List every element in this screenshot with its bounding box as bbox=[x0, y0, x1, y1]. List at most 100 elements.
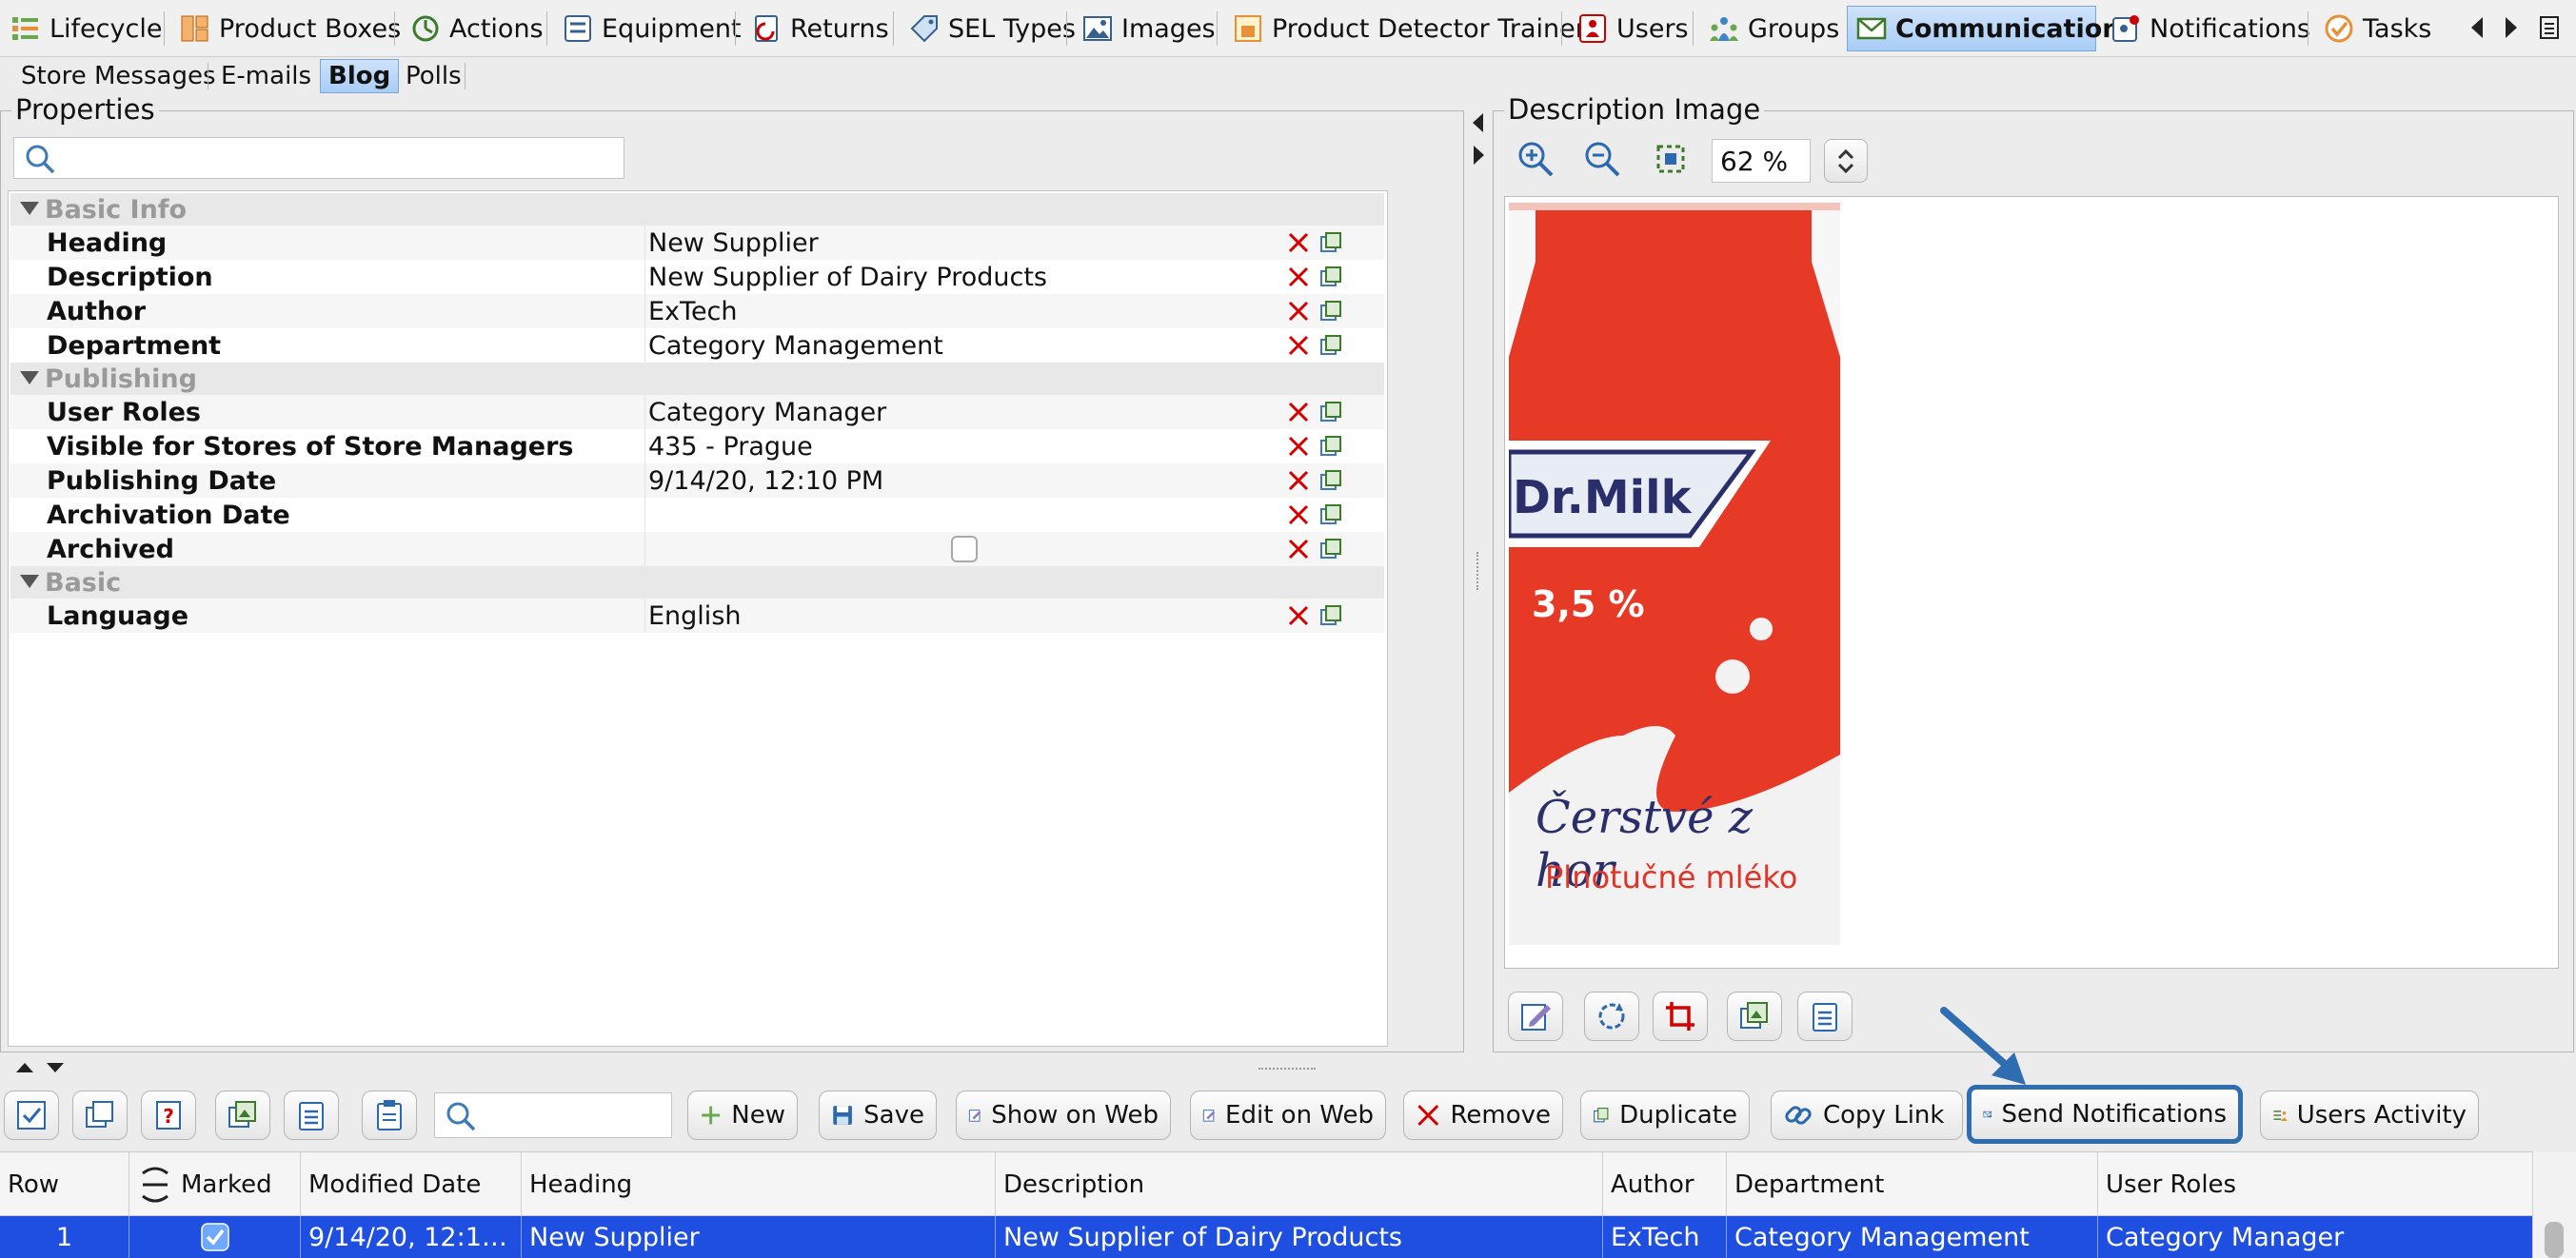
property-row-description[interactable]: Description New Supplier of Dairy Produc… bbox=[10, 260, 1384, 294]
property-value[interactable]: ExTech bbox=[648, 297, 738, 326]
clear-x-icon[interactable] bbox=[1286, 603, 1311, 628]
collapse-left-icon[interactable] bbox=[1470, 110, 1487, 135]
clear-x-icon[interactable] bbox=[1286, 333, 1311, 358]
copy-icon[interactable] bbox=[1318, 230, 1343, 255]
zoom-level-input[interactable]: 62 % bbox=[1712, 139, 1811, 183]
tab-product-detector-trainer[interactable]: Product Detector Trainer bbox=[1224, 6, 1594, 51]
scroll-right-icon[interactable] bbox=[2502, 13, 2521, 42]
rotate-image-button[interactable] bbox=[1584, 992, 1639, 1041]
collapse-down-icon[interactable] bbox=[44, 1060, 67, 1075]
property-value[interactable]: New Supplier bbox=[648, 228, 819, 258]
property-row-user-roles[interactable]: User Roles Category Manager bbox=[10, 395, 1384, 429]
property-row-visible-for-stores[interactable]: Visible for Stores of Store Managers 435… bbox=[10, 429, 1384, 463]
edit-image-button[interactable] bbox=[1508, 992, 1563, 1041]
new-button[interactable]: New bbox=[687, 1091, 798, 1140]
property-row-publishing-date[interactable]: Publishing Date 9/14/20, 12:10 PM bbox=[10, 463, 1384, 498]
collapse-up-icon[interactable] bbox=[13, 1060, 36, 1075]
property-row-archivation-date[interactable]: Archivation Date bbox=[10, 498, 1384, 532]
clear-x-icon[interactable] bbox=[1286, 265, 1311, 289]
scroll-left-icon[interactable] bbox=[2467, 13, 2487, 42]
property-row-heading[interactable]: Heading New Supplier bbox=[10, 226, 1384, 260]
property-value[interactable]: New Supplier of Dairy Products bbox=[648, 263, 1047, 292]
column-row[interactable]: Row bbox=[0, 1152, 129, 1217]
column-modified-date[interactable]: Modified Date bbox=[301, 1152, 522, 1217]
copy-image-button[interactable] bbox=[1727, 992, 1782, 1041]
property-row-language[interactable]: Language English bbox=[10, 599, 1384, 633]
tab-equipment[interactable]: Equipment bbox=[554, 6, 749, 51]
tab-notifications[interactable]: Notifications bbox=[2102, 6, 2318, 51]
clear-x-icon[interactable] bbox=[1286, 502, 1311, 527]
tab-returns[interactable]: Returns bbox=[743, 6, 897, 51]
column-heading[interactable]: Heading bbox=[522, 1152, 996, 1217]
fit-to-screen-icon[interactable] bbox=[1651, 139, 1691, 179]
clear-x-icon[interactable] bbox=[1286, 400, 1311, 424]
mark-all-button[interactable] bbox=[4, 1091, 59, 1140]
copy-icon[interactable] bbox=[1318, 400, 1343, 424]
clear-x-icon[interactable] bbox=[1286, 299, 1311, 324]
copy-icon[interactable] bbox=[1318, 265, 1343, 289]
copy-icon[interactable] bbox=[1318, 537, 1343, 561]
horizontal-splitter-grip[interactable] bbox=[1258, 1068, 1316, 1071]
tab-list-icon[interactable] bbox=[2538, 13, 2561, 42]
clipboard-button[interactable] bbox=[362, 1091, 417, 1140]
table-search-input[interactable] bbox=[434, 1092, 672, 1138]
edit-on-web-button[interactable]: Edit on Web bbox=[1190, 1091, 1386, 1140]
tab-images[interactable]: Images bbox=[1074, 6, 1223, 51]
group-header-publishing[interactable]: Publishing bbox=[10, 363, 1384, 395]
duplicate-button[interactable]: Duplicate bbox=[1580, 1091, 1750, 1140]
property-value[interactable]: Category Manager bbox=[648, 398, 886, 427]
group-header-basic-info[interactable]: Basic Info bbox=[10, 193, 1384, 226]
zoom-out-icon[interactable] bbox=[1582, 139, 1622, 179]
subtab-emails[interactable]: E-mails bbox=[213, 59, 319, 93]
users-activity-button[interactable]: Users Activity bbox=[2260, 1091, 2479, 1140]
collapse-triangle-icon[interactable] bbox=[20, 202, 39, 215]
property-row-department[interactable]: Department Category Management bbox=[10, 328, 1384, 363]
column-user-roles[interactable]: User Roles bbox=[2098, 1152, 2532, 1217]
scrollbar-thumb[interactable] bbox=[2545, 1222, 2564, 1258]
property-value[interactable]: 9/14/20, 12:10 PM bbox=[648, 466, 883, 496]
column-author[interactable]: Author bbox=[1603, 1152, 1727, 1217]
help-button[interactable]: ? bbox=[141, 1091, 196, 1140]
tab-actions[interactable]: Actions bbox=[402, 6, 551, 51]
copy-icon[interactable] bbox=[1318, 502, 1343, 527]
tab-users[interactable]: Users bbox=[1569, 6, 1696, 51]
clear-x-icon[interactable] bbox=[1286, 230, 1311, 255]
tab-tasks[interactable]: Tasks bbox=[2315, 6, 2439, 51]
image-export-button[interactable] bbox=[215, 1091, 270, 1140]
duplicate-row-button[interactable] bbox=[72, 1091, 128, 1140]
table-scrollbar[interactable] bbox=[2532, 1151, 2576, 1258]
collapse-right-icon[interactable] bbox=[1470, 143, 1487, 167]
group-header-basic[interactable]: Basic bbox=[10, 566, 1384, 599]
show-on-web-button[interactable]: Show on Web bbox=[956, 1091, 1171, 1140]
tab-lifecycle[interactable]: Lifecycle bbox=[2, 6, 169, 51]
column-department[interactable]: Department bbox=[1727, 1152, 2098, 1217]
clear-x-icon[interactable] bbox=[1286, 468, 1311, 493]
tab-groups[interactable]: Groups bbox=[1700, 6, 1847, 51]
subtab-blog[interactable]: Blog bbox=[320, 59, 400, 93]
remove-button[interactable]: Remove bbox=[1403, 1091, 1563, 1140]
copy-icon[interactable] bbox=[1318, 333, 1343, 358]
column-marked[interactable]: Marked bbox=[129, 1152, 301, 1217]
copy-icon[interactable] bbox=[1318, 603, 1343, 628]
property-value[interactable]: 435 - Prague bbox=[648, 432, 813, 462]
paste-image-button[interactable] bbox=[1797, 992, 1853, 1041]
tab-sel-types[interactable]: SEL Types bbox=[901, 6, 1083, 51]
tab-communication[interactable]: Communication bbox=[1847, 6, 2121, 51]
copy-icon[interactable] bbox=[1318, 299, 1343, 324]
tab-product-boxes[interactable]: Product Boxes bbox=[171, 6, 408, 51]
properties-search-input[interactable] bbox=[13, 137, 624, 179]
property-row-archived[interactable]: Archived bbox=[10, 532, 1384, 566]
copy-link-button[interactable]: Copy Link bbox=[1771, 1091, 1963, 1140]
property-value[interactable]: Category Management bbox=[648, 331, 943, 361]
subtab-store-messages[interactable]: Store Messages bbox=[13, 59, 223, 93]
zoom-spinner[interactable] bbox=[1824, 139, 1868, 183]
marked-checkbox-icon[interactable] bbox=[200, 1223, 229, 1251]
cell-marked[interactable] bbox=[129, 1216, 301, 1258]
property-value[interactable]: English bbox=[648, 601, 742, 631]
table-row[interactable]: 1 9/14/20, 12:1… New Supplier New Suppli… bbox=[0, 1216, 2532, 1258]
collapse-triangle-icon[interactable] bbox=[20, 371, 39, 384]
copy-icon[interactable] bbox=[1318, 434, 1343, 459]
image-canvas[interactable]: Dr.Milk 3,5 % Čerstvé z hor Plnotučné ml… bbox=[1504, 196, 2559, 969]
clear-x-icon[interactable] bbox=[1286, 434, 1311, 459]
save-button[interactable]: Save bbox=[819, 1091, 937, 1140]
